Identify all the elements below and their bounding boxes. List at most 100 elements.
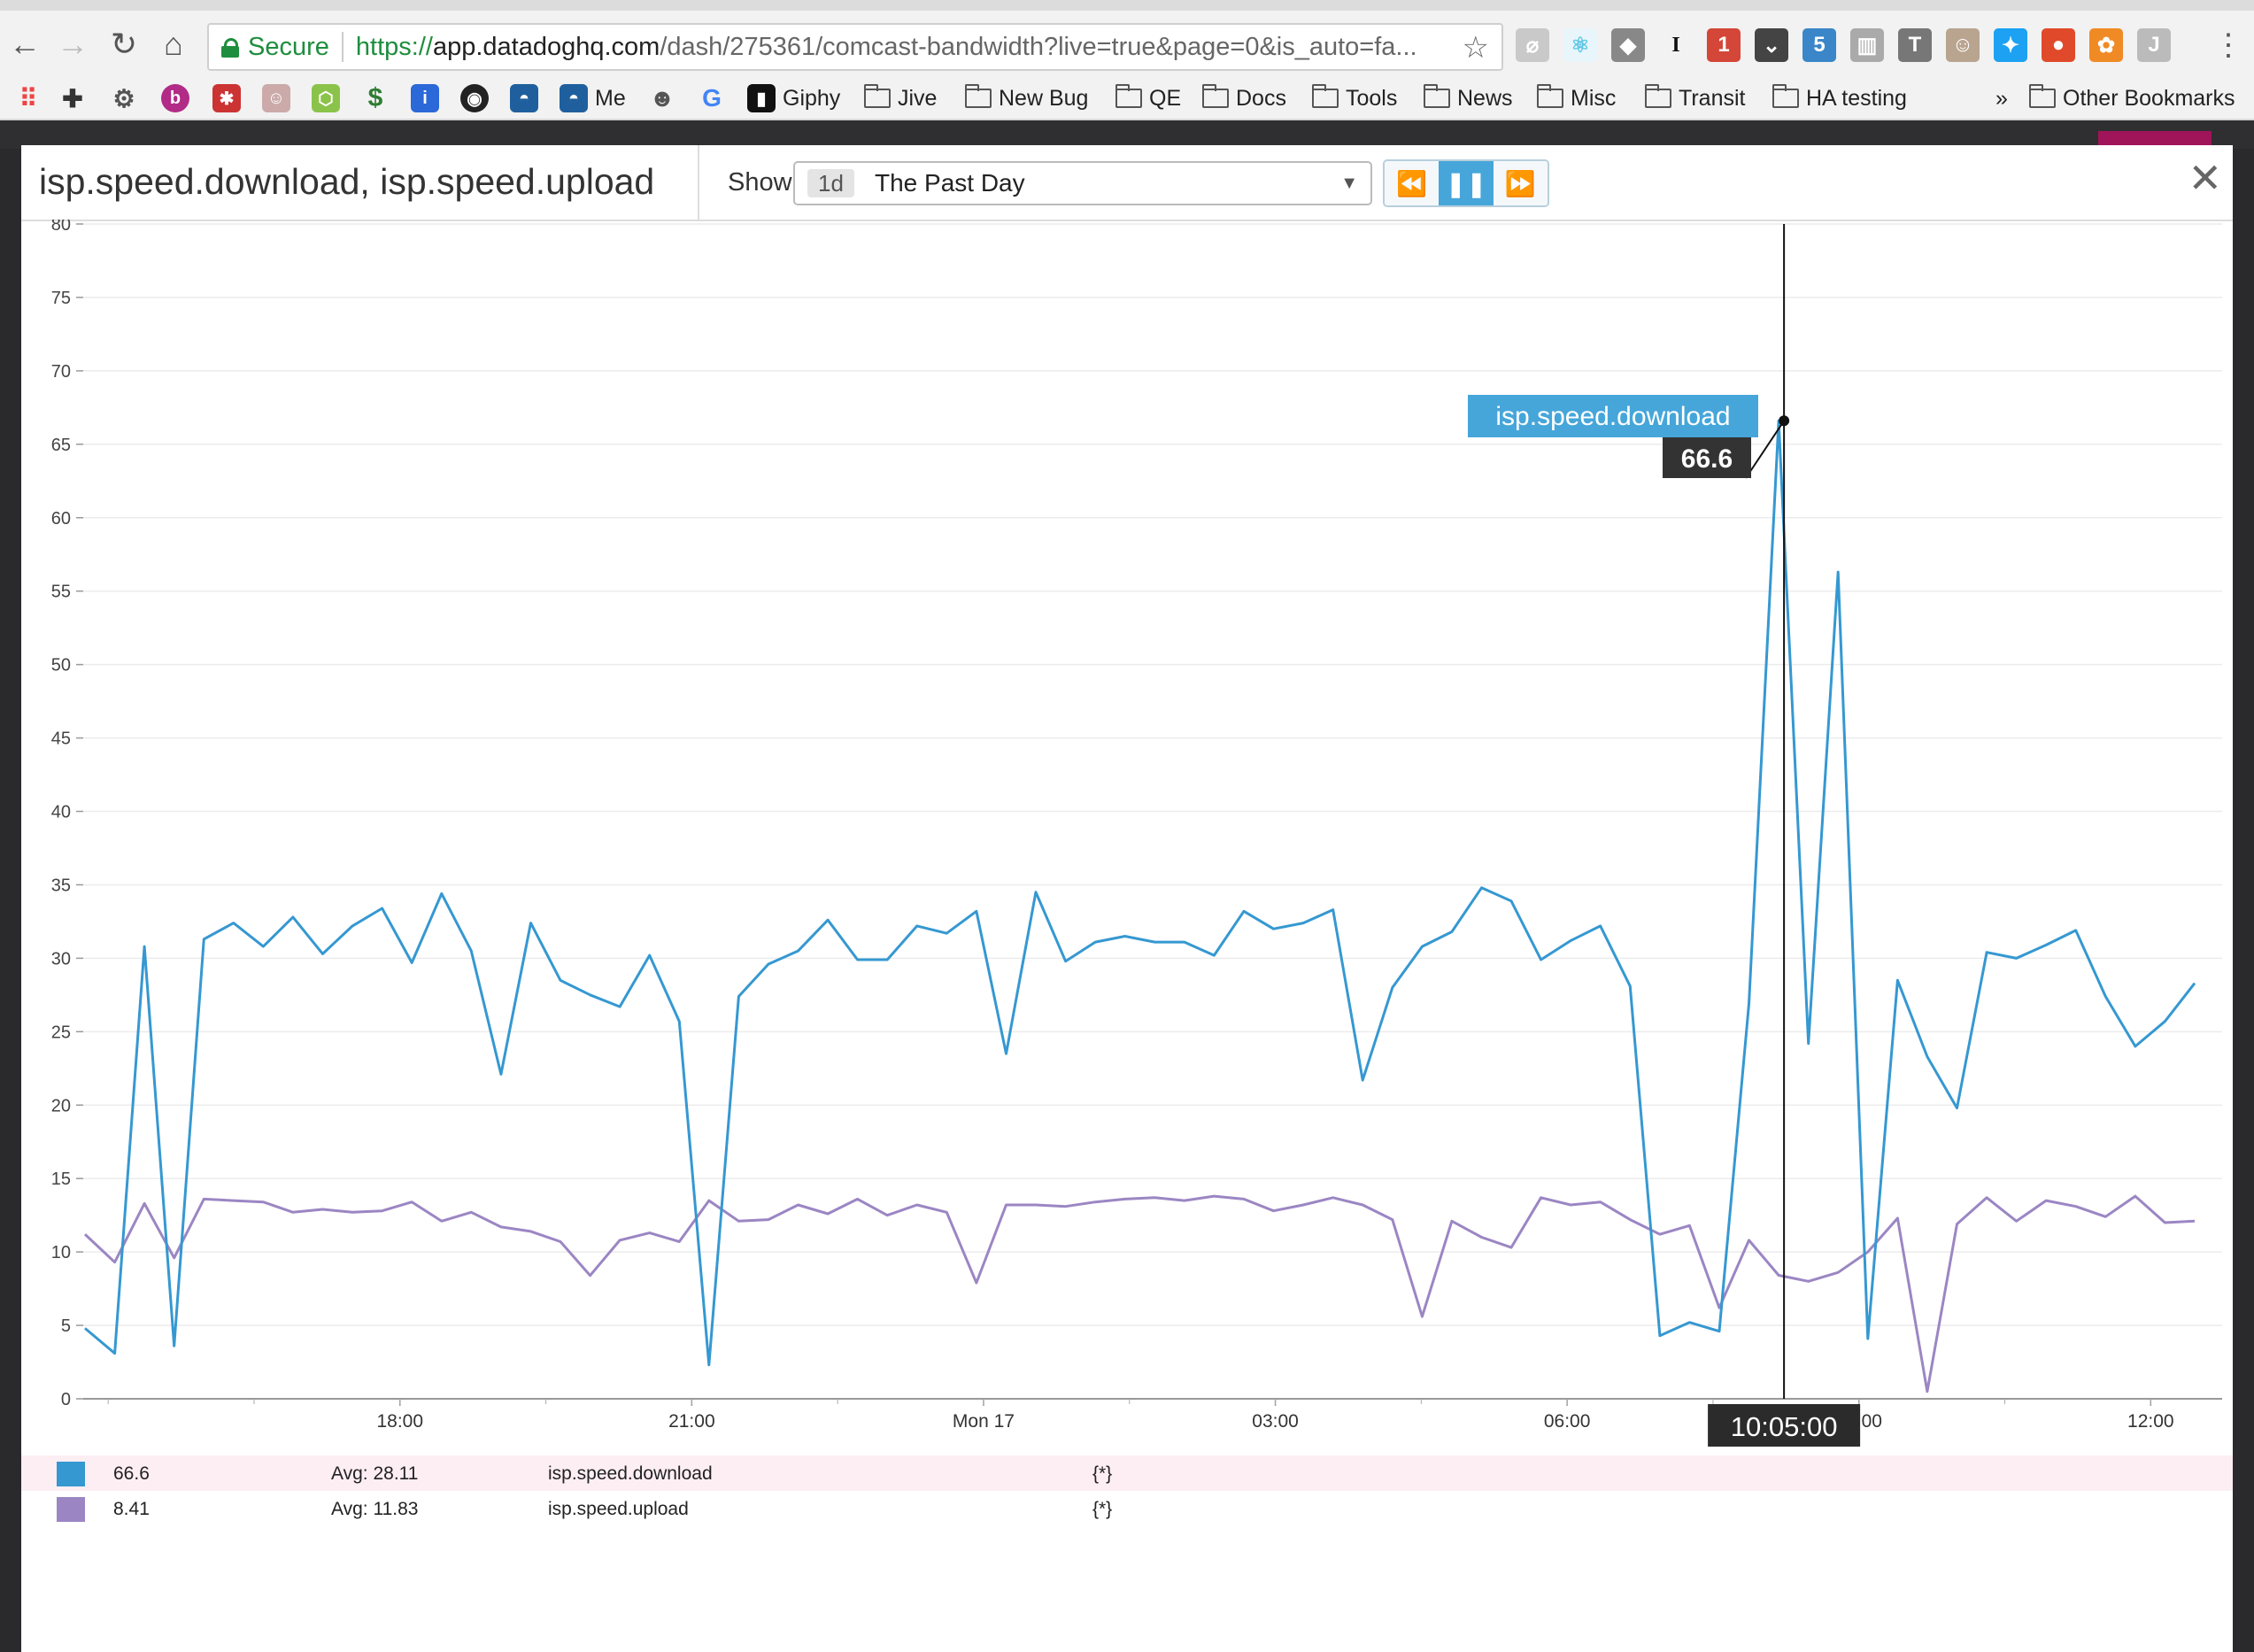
folder-icon	[1645, 84, 1671, 108]
rewind-icon[interactable]: ⏪	[1385, 161, 1440, 205]
calendar-extension-icon[interactable]: 1	[1707, 28, 1741, 62]
pocket-icon[interactable]: ⌄	[1755, 28, 1788, 62]
fast-forward-icon[interactable]: ⏩	[1493, 161, 1548, 205]
bookmark-green-icon[interactable]: ⬡	[312, 81, 347, 115]
secure-label: Secure	[248, 32, 329, 61]
legend-row-upload[interactable]: 8.41 Avg: 11.83 isp.speed.upload {*}	[21, 1491, 2233, 1526]
y-tick-label: 0	[61, 1390, 71, 1409]
y-tick-label: 75	[51, 289, 71, 308]
folder-icon	[1312, 84, 1339, 108]
y-tick-label: 5	[61, 1316, 71, 1336]
bookmarks-overflow-button[interactable]: »	[1995, 81, 2008, 115]
bookmark-folder-ha-testing[interactable]: HA testing	[1772, 81, 1907, 115]
address-bar[interactable]: Secure https://app.datadoghq.com/dash/27…	[207, 23, 1503, 71]
bookmark-folder-qe[interactable]: QE	[1115, 81, 1181, 115]
bookmark-folder-label: Misc	[1571, 85, 1617, 111]
timeseries-chart[interactable]: 0 5 10 15 20 25 30 35 40 45 50 55 60 65 70 75 80 18:00 21:…	[21, 220, 2233, 1455]
y-tick-label: 40	[51, 803, 71, 822]
bookmark-folder-new-bug[interactable]: New Bug	[965, 81, 1088, 115]
bookmark-person-icon[interactable]: ☺	[262, 81, 297, 115]
github-icon[interactable]: ◉	[460, 81, 496, 115]
ublock-icon[interactable]: ●	[2042, 28, 2075, 62]
apps-icon[interactable]: ⠿	[14, 81, 50, 115]
profile-icon[interactable]: J	[2137, 28, 2171, 62]
legend-row-download[interactable]: 66.6 Avg: 28.11 isp.speed.download {*}	[21, 1455, 2233, 1491]
bookmark-dollar-icon[interactable]: $	[361, 81, 397, 115]
reload-icon[interactable]: ↻	[103, 23, 145, 66]
bookmark-folder-transit[interactable]: Transit	[1645, 81, 1745, 115]
extension-icons: ⌀ ⚛ ◆ I 1 ⌄ 5 ▥ T ☺ ✦ ● ✿ J	[1516, 28, 2171, 62]
url-path: /dash/275361/comcast-bandwidth?live=true…	[660, 32, 1417, 61]
hover-point	[1779, 415, 1790, 427]
y-tick-label: 55	[51, 583, 71, 602]
series-color-swatch	[57, 1497, 85, 1522]
bookmark-bucket-icon[interactable]: ◓	[510, 81, 545, 115]
x-tick-label: Mon 17	[953, 1411, 1015, 1432]
puzzle-icon[interactable]: ✚	[58, 81, 94, 115]
time-range-value: The Past Day	[875, 169, 1025, 197]
pause-icon[interactable]: ❚❚	[1439, 161, 1494, 205]
lock-icon	[221, 38, 239, 58]
bookmark-bug-icon[interactable]: ✱	[212, 81, 248, 115]
home-icon[interactable]: ⌂	[152, 23, 195, 66]
y-tick-label: 15	[51, 1170, 71, 1189]
instapaper-icon[interactable]: I	[1659, 28, 1693, 62]
t-extension-icon[interactable]: T	[1898, 28, 1932, 62]
bookmark-folder-label: News	[1457, 85, 1513, 111]
bookmark-folder-label: HA testing	[1806, 85, 1907, 111]
folder-icon	[1772, 84, 1799, 108]
twitter-icon[interactable]: ✦	[1994, 28, 2027, 62]
gear-icon[interactable]: ⚙	[110, 81, 145, 115]
extension-icon[interactable]: ▥	[1850, 28, 1884, 62]
x-tick-label: 21:00	[668, 1411, 715, 1432]
bookmark-folder-label: QE	[1149, 85, 1182, 111]
x-tick-label: 06:00	[1544, 1411, 1591, 1432]
show-label: Show	[728, 168, 792, 197]
bookmark-me[interactable]: ◓ Me	[560, 81, 626, 115]
y-tick-label: 30	[51, 949, 71, 969]
bookmarks-bar: ⠿ ✚ ⚙ b ✱ ☺ ⬡ $ i ◉ ◓ ◓ Me ☻ G ▮ Giphy Jiv…	[0, 78, 2254, 120]
bookmark-star-icon[interactable]: ☆	[1463, 30, 1489, 66]
reddit-icon[interactable]: ☻	[648, 81, 683, 115]
legend-average: Avg: 28.11	[331, 1463, 419, 1484]
bookmark-folder-label: New Bug	[999, 85, 1089, 111]
bookmark-folder-label: Transit	[1679, 85, 1746, 111]
close-icon[interactable]: ✕	[2188, 154, 2222, 202]
time-range-pill: 1d	[807, 169, 854, 197]
bookmark-folder-docs[interactable]: Docs	[1202, 81, 1286, 115]
google-icon[interactable]: G	[698, 81, 733, 115]
orange-extension-icon[interactable]: ✿	[2089, 28, 2123, 62]
back-icon[interactable]: ←	[4, 23, 46, 66]
legend-average: Avg: 11.83	[331, 1499, 419, 1519]
x-tick-label: 18:00	[376, 1411, 423, 1432]
legend-tags: {*}	[1092, 1499, 1113, 1519]
bookmark-giphy-label: Giphy	[783, 85, 841, 111]
folder-icon	[1115, 84, 1142, 108]
react-devtools-icon[interactable]: ⚛	[1563, 28, 1597, 62]
bookmark-folder-news[interactable]: News	[1424, 81, 1513, 115]
bookmarks-overflow-label: »	[1995, 85, 2008, 111]
bookmark-folder-tools[interactable]: Tools	[1312, 81, 1397, 115]
forward-icon[interactable]: →	[51, 23, 94, 66]
series-line-isp-speed-download	[84, 419, 2196, 1367]
avatar-extension-icon[interactable]: ☺	[1946, 28, 1980, 62]
y-tick-label: 35	[51, 876, 71, 895]
browser-toolbar: ← → ↻ ⌂ Secure https://app.datadoghq.com…	[0, 11, 2254, 78]
bookmark-giphy[interactable]: ▮ Giphy	[747, 81, 840, 115]
bookmark-b-icon[interactable]: b	[161, 81, 197, 115]
browser-menu-icon[interactable]: ⋮	[2213, 28, 2243, 62]
other-bookmarks[interactable]: Other Bookmarks	[2029, 81, 2235, 115]
bookmark-folder-label: Jive	[898, 85, 938, 111]
cube-extension-icon[interactable]: ◆	[1611, 28, 1645, 62]
bookmark-info-icon[interactable]: i	[411, 81, 446, 115]
extension-icon[interactable]: ⌀	[1516, 28, 1549, 62]
time-range-select[interactable]: 1d The Past Day ▼	[793, 161, 1372, 205]
y-tick-label: 45	[51, 730, 71, 749]
bookmark-folder-jive[interactable]: Jive	[864, 81, 937, 115]
legend-value: 8.41	[113, 1499, 150, 1519]
address-separator	[341, 32, 344, 62]
ghostery-icon[interactable]: 5	[1802, 28, 1836, 62]
bookmark-folder-misc[interactable]: Misc	[1537, 81, 1616, 115]
tooltip-series-label: isp.speed.download	[1495, 402, 1730, 431]
url-host: app.datadoghq.com	[432, 32, 660, 61]
